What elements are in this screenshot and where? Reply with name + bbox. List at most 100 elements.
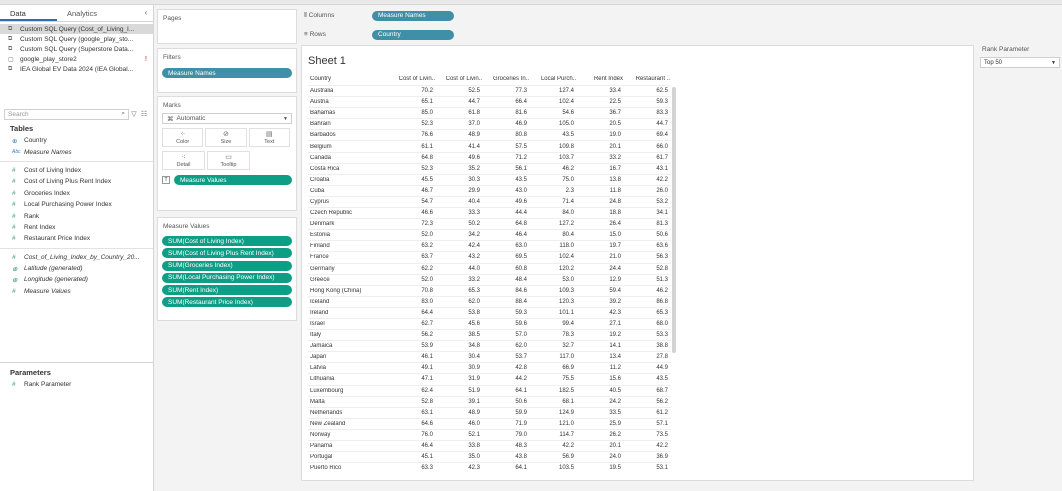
measure-pill[interactable]: SUM(Local Purchasing Power Index) <box>162 272 292 283</box>
table-row[interactable]: Bahrain 52.3 37.0 46.9 105.0 20.5 44.7 <box>308 118 671 129</box>
field-item[interactable]: ⊕ Latitude (generated) <box>0 263 153 274</box>
table-row[interactable]: Finland 63.2 42.4 63.0 118.0 19.7 63.6 <box>308 240 671 251</box>
column-header[interactable]: Local Purch.. <box>529 76 576 85</box>
measure-pill[interactable]: SUM(Cost of Living Index) <box>162 236 292 246</box>
column-header[interactable]: Rent Index <box>576 76 623 85</box>
value-cell: 64.6 <box>421 420 433 427</box>
table-row[interactable]: Panama 46.4 33.8 48.3 42.2 20.1 42.2 <box>308 440 671 451</box>
value-cell: 59.4 <box>609 287 621 294</box>
table-row[interactable]: Luxembourg 62.4 51.9 64.1 182.5 40.5 68.7 <box>308 384 671 396</box>
filter-icon[interactable]: ▽ <box>129 110 139 118</box>
text-button[interactable]: ▤ Text <box>248 128 290 147</box>
field-item[interactable]: # Groceries Index <box>0 188 153 199</box>
table-row[interactable]: Czech Republic 46.6 33.3 44.4 84.0 18.8 34.1 <box>308 207 671 218</box>
data-source-label: Custom SQL Query (Cost_of_Living_I... <box>20 25 135 33</box>
mark-pill[interactable]: Measure Values <box>174 175 292 185</box>
data-source-item[interactable]: ⧉ Custom SQL Query (google_play_sto... <box>0 34 153 44</box>
tooltip-button[interactable]: ▭ Tooltip <box>207 151 250 170</box>
field-item[interactable]: # Rent Index <box>0 222 153 233</box>
column-header[interactable]: Restaurant .. <box>623 76 670 85</box>
field-item[interactable]: # Restaurant Price Index <box>0 233 153 244</box>
data-source-item[interactable]: ⧉ IEA Global EV Data 2024 (IEA Global... <box>0 64 153 74</box>
parameter-control-title: Rank Parameter <box>982 46 1030 53</box>
column-header[interactable]: Cost of Livin.. <box>388 76 435 85</box>
value-cell: 52.0 <box>421 232 433 239</box>
table-row[interactable]: Canada 64.8 49.6 71.2 103.7 33.2 61.7 <box>308 151 671 163</box>
value-cell: 35.0 <box>468 454 480 461</box>
text-label: Text <box>264 138 275 145</box>
pages-card[interactable]: Pages <box>157 9 297 44</box>
size-button[interactable]: ⊘ Size <box>205 128 247 147</box>
rows-pill[interactable]: Country <box>372 29 454 40</box>
table-row[interactable]: Barbados 76.6 48.9 80.8 43.5 19.0 69.4 <box>308 129 671 140</box>
measure-pill[interactable]: SUM(Rent Index) <box>162 285 292 296</box>
table-row[interactable]: Austria 65.1 44.7 66.4 102.4 22.5 59.3 <box>308 96 671 107</box>
data-source-item[interactable]: ⧉ Custom SQL Query (Superstore Data... <box>0 44 153 54</box>
table-row[interactable]: Puerto Rico 63.3 42.3 64.1 103.5 19.5 53.1 <box>308 462 671 473</box>
table-row[interactable]: Belgium 61.1 41.4 57.5 109.8 20.1 66.0 <box>308 140 671 151</box>
table-row[interactable]: Bahamas 85.0 61.8 81.6 54.6 36.7 83.3 <box>308 107 671 118</box>
data-source-label: Custom SQL Query (google_play_sto... <box>20 35 134 43</box>
tab-data[interactable]: Data <box>0 5 57 21</box>
table-row[interactable]: Jamaica 53.9 34.8 62.0 32.7 14.1 38.8 <box>308 340 671 351</box>
table-row[interactable]: France 63.7 43.2 69.5 102.4 21.0 56.3 <box>308 251 671 262</box>
table-row[interactable]: Hong Kong (China) 70.8 65.3 84.6 109.3 59.4 46… <box>308 284 671 296</box>
column-header[interactable]: Groceries In.. <box>482 76 529 85</box>
field-item[interactable]: # Rank <box>0 210 153 221</box>
value-cell: 39.2 <box>609 298 621 305</box>
mark-type-dropdown[interactable]: ⌘ Automatic ▼ <box>162 113 292 124</box>
field-item[interactable]: # Cost_of_Living_Index_by_Country_20... <box>0 252 153 263</box>
table-row[interactable]: Ireland 64.4 53.8 59.3 101.1 42.3 65.3 <box>308 306 671 318</box>
columns-pill[interactable]: Measure Names <box>372 10 454 21</box>
value-cell: 42.8 <box>515 365 527 372</box>
table-row[interactable]: Latvia 49.1 30.9 42.8 66.9 11.2 44.9 <box>308 362 671 373</box>
table-row[interactable]: Israel 62.7 45.6 59.6 99.4 27.1 68.0 <box>308 317 671 329</box>
column-header[interactable]: Country <box>310 76 388 85</box>
filter-pill[interactable]: Measure Names <box>162 68 292 78</box>
field-item[interactable]: ⊕ Country <box>0 135 153 146</box>
value-cell: 66.4 <box>515 99 527 106</box>
table-row[interactable]: New Zealand 64.6 46.0 71.9 121.0 25.9 57.1 <box>308 417 671 429</box>
measure-pill[interactable]: SUM(Groceries Index) <box>162 260 292 271</box>
collapse-pane-icon[interactable]: ‹ <box>139 5 153 21</box>
table-row[interactable]: Italy 56.2 38.5 57.0 78.3 19.2 53.3 <box>308 329 671 340</box>
field-search-input[interactable]: Search ⌕ <box>4 108 129 120</box>
parameter-dropdown[interactable]: Top 50 ▼ <box>980 57 1060 68</box>
table-row[interactable]: Cuba 46.7 29.9 43.0 2.3 11.8 26.0 <box>308 184 671 196</box>
value-cell: 76.0 <box>421 431 433 438</box>
field-item[interactable]: # Local Purchasing Power Index <box>0 199 153 210</box>
data-source-item[interactable]: ▢ google_play_store2! <box>0 54 153 64</box>
table-row[interactable]: Portugal 45.1 35.0 43.8 56.9 24.0 36.9 <box>308 451 671 462</box>
filters-card[interactable]: Filters Measure Names <box>157 48 297 93</box>
parameter-item[interactable]: # Rank Parameter <box>0 379 153 390</box>
table-row[interactable]: Costa Rica 52.3 35.2 56.1 46.2 16.7 43.1 <box>308 162 671 174</box>
field-item[interactable]: Abc Measure Names <box>0 146 153 157</box>
table-row[interactable]: Netherlands 63.1 48.9 59.9 124.9 33.5 61.2 <box>308 406 671 418</box>
table-row[interactable]: Iceland 83.0 62.0 88.4 120.3 39.2 86.8 <box>308 295 671 307</box>
table-row[interactable]: Australia 70.2 52.5 77.3 127.4 33.4 62.5 <box>308 85 671 96</box>
column-header[interactable]: Cost of Livin.. <box>435 76 482 85</box>
data-source-item[interactable]: ⧉ Custom SQL Query (Cost_of_Living_I... <box>0 24 153 34</box>
table-row[interactable]: Japan 46.1 30.4 53.7 117.0 13.4 27.8 <box>308 351 671 362</box>
view-options-icon[interactable]: ☷ <box>139 110 149 118</box>
table-row[interactable]: Malta 52.8 39.1 50.6 68.1 24.2 56.2 <box>308 395 671 407</box>
table-row[interactable]: Lithuania 47.1 31.9 44.2 75.5 15.6 43.5 <box>308 373 671 384</box>
table-row[interactable]: Cyprus 54.7 40.4 49.6 71.4 24.8 53.2 <box>308 195 671 207</box>
field-item[interactable]: # Measure Values <box>0 286 153 297</box>
measure-pill[interactable]: SUM(Cost of Living Plus Rent Index) <box>162 248 292 259</box>
tab-analytics[interactable]: Analytics <box>57 5 114 21</box>
field-item[interactable]: ⊕ Longitude (generated) <box>0 274 153 285</box>
vertical-scrollbar[interactable] <box>672 87 676 353</box>
table-row[interactable]: Denmark 72.3 50.2 64.8 127.2 26.4 81.3 <box>308 218 671 229</box>
detail-button[interactable]: ⁖ Detail <box>162 151 205 170</box>
table-row[interactable]: Estonia 52.0 34.2 46.4 80.4 15.0 50.6 <box>308 229 671 240</box>
table-row[interactable]: Germany 62.2 44.0 60.8 120.2 24.4 52.8 <box>308 262 671 274</box>
value-cell: 11.2 <box>609 365 621 372</box>
field-item[interactable]: # Cost of Living Index <box>0 165 153 176</box>
field-item[interactable]: # Cost of Living Plus Rent Index <box>0 176 153 187</box>
color-button[interactable]: ⁘ Color <box>162 128 204 147</box>
measure-pill[interactable]: SUM(Restaurant Price Index) <box>162 297 292 308</box>
table-row[interactable]: Greece 52.0 33.2 48.4 53.0 12.9 51.3 <box>308 273 671 285</box>
table-row[interactable]: Croatia 45.5 30.3 43.5 75.0 13.8 42.2 <box>308 173 671 185</box>
table-row[interactable]: Norway 76.0 52.1 79.0 114.7 26.2 73.5 <box>308 428 671 440</box>
